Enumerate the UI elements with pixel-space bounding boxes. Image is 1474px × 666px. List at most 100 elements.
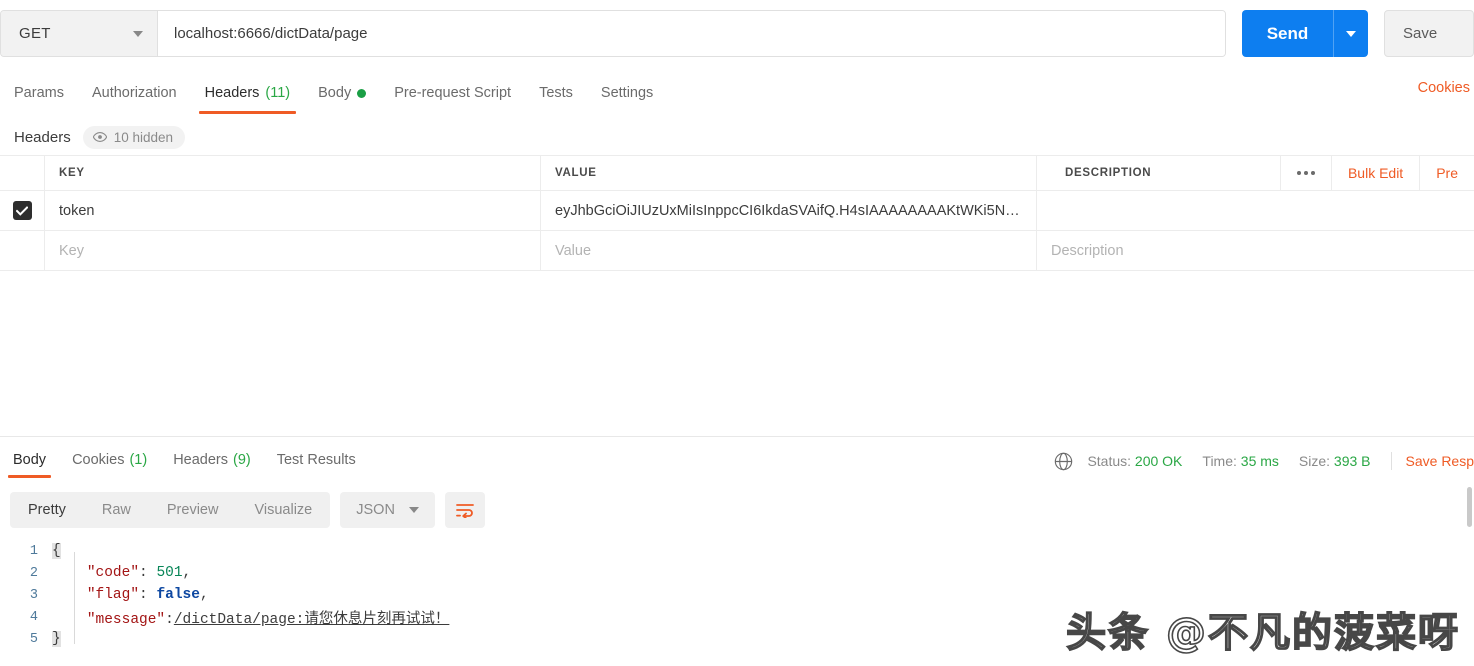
line-number: 3 — [0, 588, 52, 603]
code-text: "code": 501, — [52, 565, 191, 581]
cookies-link[interactable]: Cookies — [1418, 80, 1474, 96]
response-tab-cookies-count: (1) — [129, 452, 147, 468]
select-all-cell — [0, 156, 45, 190]
status-label: Status: — [1087, 453, 1131, 469]
tab-params-label: Params — [14, 85, 64, 101]
column-header-description: DESCRIPTION — [1051, 167, 1280, 179]
send-options-button[interactable] — [1334, 10, 1368, 57]
view-mode-preview[interactable]: Preview — [149, 492, 237, 528]
eye-icon — [93, 132, 107, 142]
http-method-selector[interactable]: GET — [1, 11, 158, 56]
tab-tests[interactable]: Tests — [525, 72, 587, 114]
code-text: "message":/dictData/page:请您休息片刻再试试！ — [52, 607, 449, 628]
response-scrollbar[interactable] — [1467, 487, 1472, 527]
response-status-bar: Status: 200 OK Time: 35 ms Size: 393 B S… — [1054, 448, 1474, 474]
send-button-group[interactable]: Send — [1242, 10, 1368, 57]
response-language-selector[interactable]: JSON — [340, 492, 435, 528]
wrap-text-icon — [455, 502, 475, 518]
request-tabs: Params Authorization Headers (11) Body P… — [0, 72, 1474, 114]
response-tab-headers[interactable]: Headers (9) — [160, 442, 264, 478]
chevron-down-icon — [1346, 31, 1356, 37]
response-tab-test-results-label: Test Results — [277, 452, 356, 468]
view-mode-visualize[interactable]: Visualize — [236, 492, 330, 528]
tab-body[interactable]: Body — [304, 72, 380, 114]
tab-headers[interactable]: Headers (11) — [191, 72, 305, 114]
status-divider — [1391, 452, 1392, 470]
tab-tests-label: Tests — [539, 85, 573, 101]
tab-authorization-label: Authorization — [92, 85, 177, 101]
response-time-item: Time: 35 ms — [1202, 453, 1279, 469]
tab-headers-label: Headers — [205, 85, 260, 101]
bulk-edit-button[interactable]: Bulk Edit — [1331, 156, 1419, 190]
globe-icon[interactable] — [1054, 452, 1073, 471]
line-number: 1 — [0, 544, 52, 559]
hidden-headers-count: 10 hidden — [114, 130, 173, 145]
tab-pre-request-script-label: Pre-request Script — [394, 85, 511, 101]
response-tab-headers-label: Headers — [173, 452, 228, 468]
hidden-headers-toggle[interactable]: 10 hidden — [83, 126, 185, 149]
save-request-button[interactable]: Save — [1384, 10, 1474, 57]
header-key-input[interactable]: token — [45, 191, 541, 230]
header-value-input[interactable]: eyJhbGciOiJIUzUxMiIsInppcCI6IkdaSVAifQ.H… — [541, 191, 1037, 230]
new-header-key-input[interactable]: Key — [45, 231, 541, 270]
new-header-description-input[interactable]: Description — [1037, 231, 1474, 270]
column-header-key: KEY — [45, 156, 541, 190]
send-button[interactable]: Send — [1242, 10, 1334, 57]
response-tab-body-label: Body — [13, 452, 46, 468]
column-header-value: VALUE — [541, 156, 1037, 190]
table-row[interactable]: token eyJhbGciOiJIUzUxMiIsInppcCI6IkdaSV… — [0, 191, 1474, 231]
status-code-item: Status: 200 OK — [1087, 453, 1182, 469]
time-label: Time: — [1202, 453, 1236, 469]
response-tab-headers-count: (9) — [233, 452, 251, 468]
column-header-description-group: DESCRIPTION Bulk Edit Pre — [1037, 156, 1474, 190]
dot-icon — [1311, 171, 1315, 175]
header-description-input[interactable] — [1037, 191, 1474, 230]
header-value-text: eyJhbGciOiJIUzUxMiIsInppcCI6IkdaSVAifQ.H… — [555, 203, 1020, 219]
size-label: Size: — [1299, 453, 1330, 469]
tab-pre-request-script[interactable]: Pre-request Script — [380, 72, 525, 114]
response-language-label: JSON — [356, 502, 395, 518]
view-mode-pretty[interactable]: Pretty — [10, 492, 84, 528]
code-text: } — [52, 631, 61, 647]
row-checkbox-cell[interactable] — [0, 191, 45, 230]
response-tab-cookies-label: Cookies — [72, 452, 124, 468]
chevron-down-icon — [133, 31, 143, 37]
tab-authorization[interactable]: Authorization — [78, 72, 191, 114]
body-present-dot-icon — [357, 89, 366, 98]
code-text: "flag": false, — [52, 587, 209, 603]
save-response-button[interactable]: Save Resp — [1406, 453, 1474, 469]
tab-settings[interactable]: Settings — [587, 72, 667, 114]
line-number: 4 — [0, 610, 52, 625]
response-tab-body[interactable]: Body — [0, 442, 59, 478]
size-value: 393 B — [1334, 453, 1371, 469]
time-value: 35 ms — [1241, 453, 1279, 469]
method-url-group: GET — [0, 10, 1226, 57]
line-number: 2 — [0, 566, 52, 581]
row-checkbox[interactable] — [13, 201, 32, 220]
tab-settings-label: Settings — [601, 85, 653, 101]
response-tab-test-results[interactable]: Test Results — [264, 442, 369, 478]
tab-headers-count: (11) — [265, 85, 290, 101]
response-tab-cookies[interactable]: Cookies (1) — [59, 442, 160, 478]
dot-icon — [1304, 171, 1308, 175]
headers-panel-header: Headers 10 hidden — [0, 120, 1474, 154]
check-icon — [16, 206, 28, 216]
response-view-mode-group: Pretty Raw Preview Visualize — [10, 492, 330, 528]
postman-window: GET Send Save Params Authorization Heade… — [0, 0, 1474, 666]
view-mode-raw[interactable]: Raw — [84, 492, 149, 528]
code-line: 1{ — [0, 540, 1474, 562]
presets-button[interactable]: Pre — [1419, 156, 1474, 190]
request-url-input[interactable] — [158, 11, 1225, 56]
code-text: { — [52, 543, 61, 559]
more-options-button[interactable] — [1280, 156, 1331, 190]
wrap-lines-button[interactable] — [445, 492, 485, 528]
headers-panel-title: Headers — [14, 129, 71, 146]
tab-params[interactable]: Params — [0, 72, 78, 114]
row-checkbox-cell[interactable] — [0, 231, 45, 270]
http-method-label: GET — [19, 25, 51, 42]
new-header-value-input[interactable]: Value — [541, 231, 1037, 270]
table-row[interactable]: Key Value Description — [0, 231, 1474, 271]
tab-body-label: Body — [318, 85, 351, 101]
response-format-toolbar: Pretty Raw Preview Visualize JSON — [10, 492, 485, 528]
response-size-item: Size: 393 B — [1299, 453, 1371, 469]
